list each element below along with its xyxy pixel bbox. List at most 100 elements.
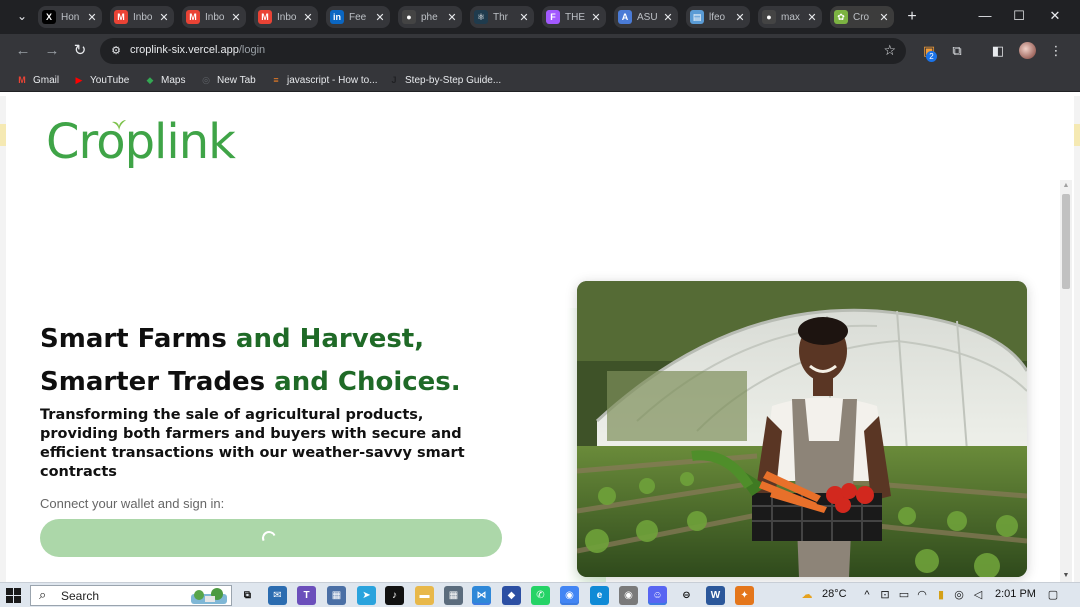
tab-close-icon[interactable]: ✕ [878, 11, 890, 24]
tab-title: THE [565, 11, 585, 23]
bookmark-star-icon[interactable]: ☆ [883, 42, 896, 59]
linkedin-icon: in [330, 10, 344, 24]
browser-tab[interactable]: M Inbo ✕ [254, 6, 318, 28]
bookmark-label: javascript - How to... [287, 74, 378, 86]
vscode-app-icon[interactable]: ⋈ [472, 586, 491, 605]
browser-tab[interactable]: M Inbo ✕ [182, 6, 246, 28]
tab-close-icon[interactable]: ✕ [158, 11, 170, 24]
maximize-button[interactable]: ☐ [1004, 5, 1034, 27]
reload-icon[interactable]: ↻ [69, 40, 91, 62]
bookmark-item[interactable]: J Step-by-Step Guide... [388, 73, 501, 87]
metamask-app-icon[interactable]: ✦ [735, 586, 754, 605]
tab-title: Thr [493, 11, 508, 23]
scroll-down-arrow-icon[interactable]: ▼ [1060, 570, 1072, 582]
tab-close-icon[interactable]: ✕ [806, 11, 818, 24]
tab-search-chevron-icon[interactable]: ⌄ [12, 6, 32, 26]
bookmark-label: Maps [161, 74, 186, 86]
weather-icon[interactable]: ☁ [800, 588, 814, 602]
browser-tab[interactable]: F THE ✕ [542, 6, 606, 28]
browser-toolbar: ← → ↻ ⚙ croplink-six.vercel.app/login ☆ … [0, 34, 1080, 68]
tab-close-icon[interactable]: ✕ [734, 11, 746, 24]
browser-tab[interactable]: ✿ Cro ✕ [830, 6, 894, 28]
scroll-up-arrow-icon[interactable]: ▲ [1060, 180, 1072, 192]
mail-app-icon[interactable]: ✉ [268, 586, 287, 605]
wifi-icon[interactable]: ◠ [915, 588, 929, 602]
croplink-logo[interactable]: Croplink [46, 114, 236, 170]
windows-start-icon[interactable] [6, 588, 22, 604]
browser-menu-icon[interactable]: ⋮ [1047, 42, 1065, 60]
forward-arrow-icon[interactable]: → [41, 40, 63, 62]
windows-taskbar: ⌕ Search ⧉ ✉ T ▦ ➤ ♪ ▬ ▦ ⋈ ◆ ✆ ◉ e ◉ ☺ ⊖… [0, 582, 1080, 607]
browser-tab[interactable]: M Inbo ✕ [110, 6, 174, 28]
profile-avatar[interactable] [1019, 42, 1036, 59]
clock-time[interactable]: 2:01 PM [995, 588, 1036, 600]
tab-title: phe [421, 11, 438, 23]
bookmark-item[interactable]: ◎ New Tab [200, 73, 256, 87]
keyboard-flag-icon[interactable]: ▮ [934, 588, 948, 602]
tab-close-icon[interactable]: ✕ [86, 11, 98, 24]
tab-close-icon[interactable]: ✕ [230, 11, 242, 24]
task-view-icon[interactable]: ⧉ [238, 586, 257, 605]
whatsapp-app-icon[interactable]: ✆ [531, 586, 550, 605]
scroll-thumb[interactable] [1062, 194, 1070, 289]
teams-app-icon[interactable]: T [297, 586, 316, 605]
github-icon: ● [402, 10, 416, 24]
tray-chevron-up-icon[interactable]: ^ [860, 588, 874, 602]
connect-wallet-button[interactable] [40, 519, 502, 557]
bookmark-item[interactable]: ≡ javascript - How to... [270, 73, 378, 87]
github-desktop-app-icon[interactable]: ⊖ [677, 586, 696, 605]
search-icon: ⌕ [39, 587, 47, 602]
browser-tab[interactable]: X Hon ✕ [38, 6, 102, 28]
address-bar[interactable]: ⚙ croplink-six.vercel.app/login ☆ [100, 38, 906, 64]
back-arrow-icon[interactable]: ← [12, 40, 34, 62]
photos-app-icon[interactable]: ▦ [327, 586, 346, 605]
notification-icon[interactable]: ▢ [1046, 588, 1060, 602]
tab-close-icon[interactable]: ✕ [590, 11, 602, 24]
meet-now-icon[interactable]: ◎ [952, 588, 966, 602]
side-panel-icon[interactable]: ◧ [989, 42, 1007, 60]
bookmark-item[interactable]: M Gmail [16, 73, 59, 87]
headline-line-2: Smarter Trades and Choices. [40, 367, 461, 397]
tab-close-icon[interactable]: ✕ [374, 11, 386, 24]
tiktok-app-icon[interactable]: ♪ [385, 586, 404, 605]
chrome-app-icon[interactable]: ◉ [560, 586, 579, 605]
taskbar-search-box[interactable]: ⌕ Search [30, 585, 232, 606]
browser-tab[interactable]: A ASU ✕ [614, 6, 678, 28]
tab-close-icon[interactable]: ✕ [446, 11, 458, 24]
tab-close-icon[interactable]: ✕ [302, 11, 314, 24]
edge-app-icon[interactable]: e [590, 586, 609, 605]
weather-temperature[interactable]: 28°C [822, 588, 847, 600]
bookmark-item[interactable]: ◆ Maps [144, 73, 186, 87]
farmer-greenhouse-illustration [577, 281, 1027, 577]
url-text[interactable]: croplink-six.vercel.app/login [130, 44, 265, 56]
browser-tab[interactable]: ▤ lfeo ✕ [686, 6, 750, 28]
close-window-button[interactable]: ✕ [1040, 5, 1070, 27]
browser-tab[interactable]: in Fee ✕ [326, 6, 390, 28]
telegram-app-icon[interactable]: ➤ [357, 586, 376, 605]
vpn-app-icon[interactable]: ◆ [502, 586, 521, 605]
discord-app-icon[interactable]: ☺ [648, 586, 667, 605]
extensions-puzzle-icon[interactable]: ⧉ [948, 42, 966, 60]
minimize-button[interactable]: — [970, 5, 1000, 27]
bookmark-label: New Tab [217, 74, 256, 86]
gmail-icon: M [114, 10, 128, 24]
volume-icon[interactable]: ◁ [971, 588, 985, 602]
window-edge-mark-right [1074, 124, 1080, 146]
tab-close-icon[interactable]: ✕ [518, 11, 530, 24]
file-explorer-icon[interactable]: ▬ [415, 586, 434, 605]
search-highlight-art-icon [191, 588, 227, 604]
tray-screen-icon[interactable]: ⊡ [878, 588, 892, 602]
browser-tab[interactable]: ⚛ Thr ✕ [470, 6, 534, 28]
chrome-profile-app-icon[interactable]: ◉ [619, 586, 638, 605]
browser-tab[interactable]: ● max ✕ [758, 6, 822, 28]
battery-icon[interactable]: ▭ [897, 588, 911, 602]
tab-close-icon[interactable]: ✕ [662, 11, 674, 24]
word-app-icon[interactable]: W [706, 586, 725, 605]
browser-tab[interactable]: ● phe ✕ [398, 6, 462, 28]
extension-badge: 2 [926, 51, 937, 62]
page-scrollbar[interactable]: ▲ ▼ [1060, 180, 1072, 582]
new-tab-button[interactable]: + [902, 7, 922, 27]
calculator-app-icon[interactable]: ▦ [444, 586, 463, 605]
site-info-icon[interactable]: ⚙ [108, 43, 124, 59]
bookmark-item[interactable]: ▶ YouTube [73, 73, 130, 87]
